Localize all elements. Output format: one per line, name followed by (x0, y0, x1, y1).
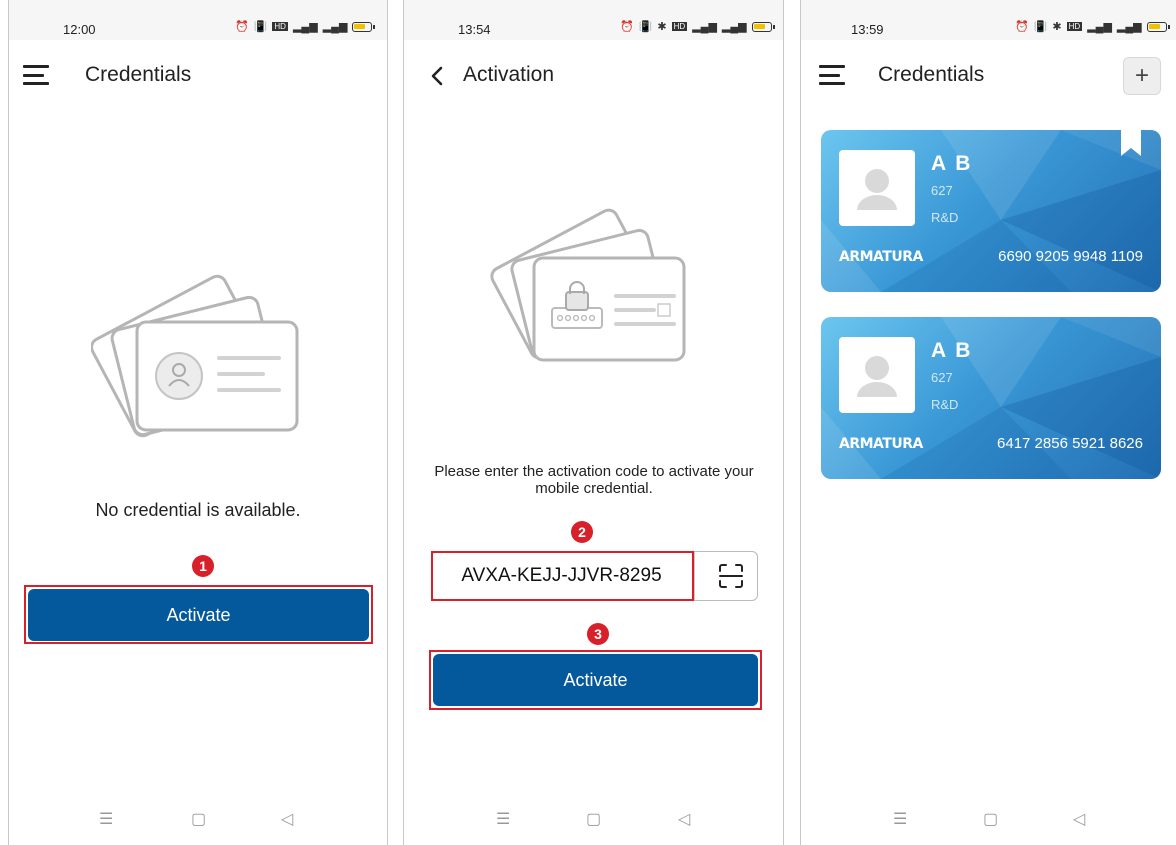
bookmark-icon[interactable] (1121, 130, 1141, 156)
step-marker-2: 2 (571, 521, 593, 543)
status-bar: 13:59 ⏰ 📳 ✱ HD ▂▄▆ ▂▄▆ (801, 0, 1176, 40)
status-icons: ⏰ 📳 ✱ HD ▂▄▆ ▂▄▆ (620, 20, 775, 33)
holder-id: 627 (931, 370, 953, 385)
activate-button[interactable]: Activate (28, 589, 369, 641)
menu-nav-icon[interactable]: ☰ (496, 809, 510, 829)
signal-icon: ▂▄▆ (1116, 21, 1142, 33)
step-marker-3: 3 (587, 623, 609, 645)
bluetooth-icon: ✱ (657, 21, 667, 33)
add-credential-button[interactable]: + (1123, 57, 1161, 95)
screen-activation: 13:54 ⏰ 📳 ✱ HD ▂▄▆ ▂▄▆ Activation Please… (403, 0, 784, 845)
activate-button[interactable]: Activate (433, 654, 758, 706)
field-divider (694, 552, 695, 600)
alarm-icon: ⏰ (235, 21, 249, 33)
brand-logo: ARMATURA (839, 249, 923, 265)
vibrate-icon: 📳 (253, 21, 268, 33)
page-title: Credentials (85, 63, 192, 86)
status-bar: 12:00 ⏰ 📳 HD ▂▄▆ ▂▄▆ (9, 0, 387, 40)
back-nav-icon[interactable]: ◁ (281, 809, 293, 829)
status-time: 12:00 (63, 22, 96, 37)
page-title: Activation (463, 63, 555, 86)
battery-icon (352, 21, 376, 32)
signal-icon: ▂▄▆ (322, 21, 348, 33)
screen-credentials-list: 13:59 ⏰ 📳 ✱ HD ▂▄▆ ▂▄▆ Credentials + A B… (800, 0, 1176, 845)
home-nav-icon[interactable]: ▢ (586, 809, 601, 829)
plus-icon: + (1134, 62, 1149, 89)
hd-icon: HD (671, 22, 688, 31)
step-marker-1: 1 (192, 555, 214, 577)
page-title: Credentials (878, 63, 985, 86)
credential-card[interactable]: A B 627 R&D ARMATURA 6417 2856 5921 8626 (821, 317, 1161, 479)
vibrate-icon: 📳 (638, 21, 653, 33)
menu-icon[interactable] (23, 65, 49, 85)
menu-icon[interactable] (819, 65, 845, 85)
scan-qr-icon[interactable] (718, 563, 744, 589)
holder-department: R&D (931, 397, 959, 412)
person-icon (857, 169, 897, 210)
signal-icon: ▂▄▆ (292, 21, 318, 33)
signal-icon: ▂▄▆ (721, 21, 747, 33)
status-icons: ⏰ 📳 ✱ HD ▂▄▆ ▂▄▆ (1015, 20, 1170, 33)
avatar (839, 337, 915, 413)
alarm-icon: ⏰ (620, 21, 634, 33)
status-time: 13:59 (851, 22, 884, 37)
bluetooth-icon: ✱ (1052, 21, 1062, 33)
status-icons: ⏰ 📳 HD ▂▄▆ ▂▄▆ (235, 20, 376, 33)
status-bar: 13:54 ⏰ 📳 ✱ HD ▂▄▆ ▂▄▆ (404, 0, 783, 40)
card-number: 6417 2856 5921 8626 (997, 435, 1143, 452)
holder-id: 627 (931, 183, 953, 198)
home-nav-icon[interactable]: ▢ (983, 809, 998, 829)
menu-nav-icon[interactable]: ☰ (99, 809, 113, 829)
holder-name: A B (931, 339, 973, 362)
hd-icon: HD (272, 22, 288, 31)
hd-icon: HD (1066, 22, 1083, 31)
signal-icon: ▂▄▆ (1087, 21, 1112, 33)
brand-logo: ARMATURA (839, 436, 923, 452)
holder-department: R&D (931, 210, 959, 225)
status-time: 13:54 (458, 22, 491, 37)
screen-credentials-empty: 12:00 ⏰ 📳 HD ▂▄▆ ▂▄▆ Credentials No cred… (8, 0, 388, 845)
holder-name: A B (931, 152, 973, 175)
battery-icon (1146, 21, 1170, 32)
vibrate-icon: 📳 (1033, 21, 1048, 33)
card-number: 6690 9205 9948 1109 (998, 248, 1143, 265)
back-arrow-icon[interactable] (430, 66, 444, 86)
credential-card[interactable]: A B 627 R&D ARMATURA 6690 9205 9948 1109 (821, 130, 1161, 292)
credential-cards-illustration (91, 274, 299, 438)
instruction-text: Please enter the activation code to acti… (434, 463, 754, 497)
back-nav-icon[interactable]: ◁ (1073, 809, 1085, 829)
system-nav-bar: ☰ ▢ ◁ (9, 809, 387, 833)
system-nav-bar: ☰ ▢ ◁ (404, 809, 783, 833)
person-icon (857, 356, 897, 397)
alarm-icon: ⏰ (1015, 21, 1029, 33)
system-nav-bar: ☰ ▢ ◁ (801, 809, 1176, 833)
locked-card-illustration (490, 208, 686, 362)
menu-nav-icon[interactable]: ☰ (893, 809, 907, 829)
battery-icon (751, 21, 775, 32)
empty-state-message: No credential is available. (95, 500, 301, 520)
back-nav-icon[interactable]: ◁ (678, 809, 690, 829)
highlight-frame (431, 551, 694, 601)
home-nav-icon[interactable]: ▢ (191, 809, 206, 829)
avatar (839, 150, 915, 226)
signal-icon: ▂▄▆ (692, 21, 717, 33)
